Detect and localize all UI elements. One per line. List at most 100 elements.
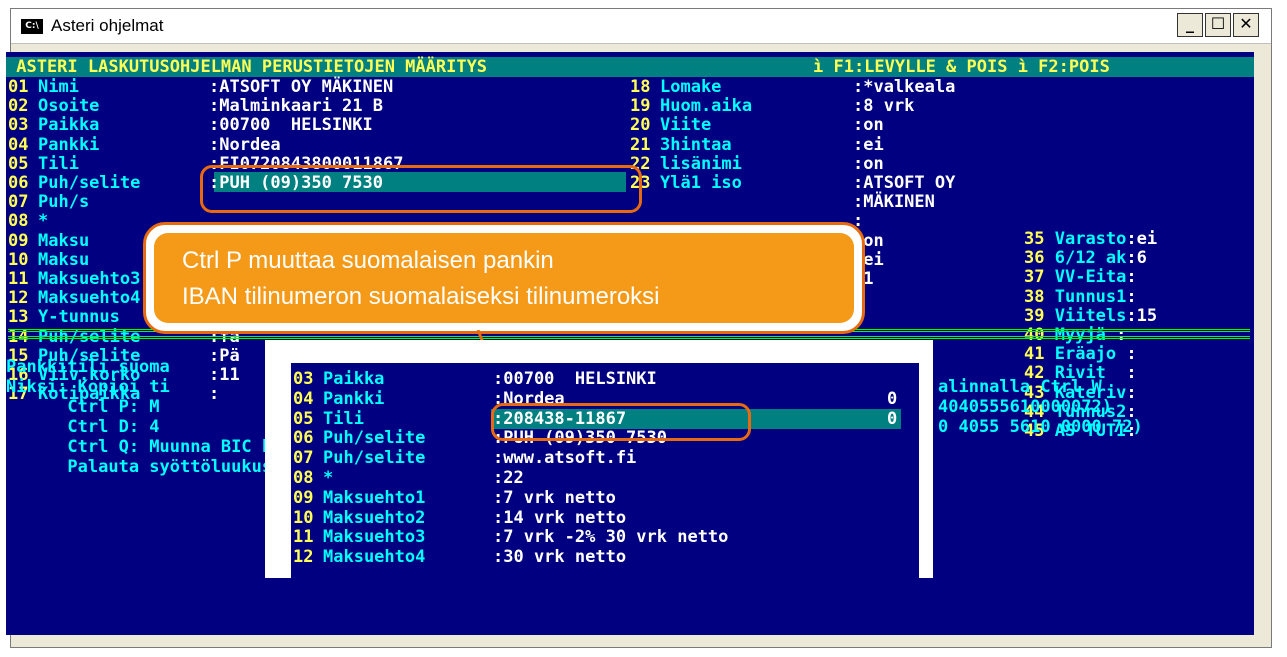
field-label: Maksuehto4 (38, 288, 141, 309)
field-number: 04 (8, 134, 29, 155)
inset-console: 03 Paikka:00700 HELSINKI 04 Pankki:Nordea 05… (291, 363, 919, 578)
field-label: Pankki (323, 388, 385, 409)
field-value[interactable]: :8 vrk (853, 96, 914, 116)
field-label: Puh/selite (38, 173, 141, 193)
field-label: Huom.aika (660, 96, 753, 117)
field-label: 6/12 ak (1054, 248, 1127, 269)
account-iban-highlight-oval (200, 165, 642, 213)
field-row[interactable]: 36 6/12 ak:6 (1024, 248, 1147, 268)
field-row[interactable]: 35 Varasto:ei (1024, 229, 1157, 249)
field-value[interactable]: : (1116, 344, 1136, 364)
field-label: * (323, 468, 334, 488)
field-number: 20 (630, 115, 651, 136)
tooltip-callout: Ctrl P muuttaa suomalaisen pankin IBAN t… (143, 222, 865, 334)
field-value[interactable]: : (1126, 287, 1136, 307)
field-number: 09 (8, 230, 29, 251)
field-number: 10 (8, 249, 29, 270)
field-number: 11 (293, 527, 314, 548)
field-value[interactable]: :15 (1126, 306, 1157, 326)
field-number: 38 (1024, 286, 1045, 307)
window-title: Asteri ohjelmat (51, 16, 164, 35)
field-number: 05 (8, 153, 29, 174)
field-number: 01 (8, 77, 29, 97)
field-value[interactable]: :ei (853, 135, 884, 155)
field-value[interactable]: :11 (209, 365, 240, 385)
help-text: Ctrl D: 4 (6, 417, 160, 437)
field-value[interactable]: : (1126, 267, 1136, 287)
field-label: Maksuehto1 (323, 487, 426, 508)
field-number: 21 (630, 134, 651, 155)
field-value[interactable]: :Pä (209, 346, 240, 366)
field-label: Tili (38, 153, 79, 174)
field-number: 10 (293, 507, 314, 528)
field-label: Viite (660, 115, 712, 136)
field-value[interactable]: :ATSOFT OY MÄKINEN (209, 77, 393, 97)
field-value[interactable]: : (1106, 363, 1136, 383)
field-value[interactable]: :30 vrk netto (493, 547, 626, 567)
field-label: Varasto (1054, 229, 1127, 249)
field-label: Puh/s (38, 192, 90, 213)
console-icon[interactable]: C:\ (21, 19, 43, 34)
field-label: * (38, 211, 49, 232)
field-value[interactable]: :Malminkaari 21 B (209, 96, 383, 116)
field-label: Maksu (38, 230, 90, 251)
header-keys: ì F1:LEVYLLE & POIS ì F2:POIS (813, 57, 1110, 77)
maximize-button[interactable]: ☐ (1205, 13, 1231, 37)
field-label: Eräajo (1054, 344, 1117, 365)
field-value[interactable]: :on (853, 115, 884, 135)
field-value[interactable]: :7 vrk -2% 30 vrk netto (493, 527, 728, 547)
close-button[interactable]: ✕ (1233, 13, 1259, 37)
field-row[interactable]: 41 Eräajo : (1024, 344, 1137, 364)
field-value[interactable]: :22 (493, 468, 524, 488)
help-text: 0 4055 5610 0000 72) (938, 417, 1143, 437)
minimize-button[interactable]: _ (1177, 13, 1203, 37)
field-value[interactable]: :6 (1126, 248, 1146, 268)
header-title: ASTERI LASKUTUSOHJELMAN PERUSTIETOJEN MÄ… (6, 57, 488, 77)
callout-line-1: Ctrl P muuttaa suomalaisen pankin (182, 247, 554, 274)
field-value[interactable]: : (209, 384, 219, 404)
field-number: 04 (293, 388, 314, 409)
field-label: Viitels (1054, 305, 1127, 326)
field-value[interactable]: :www.atsoft.fi (493, 448, 636, 468)
field-label: Maksuehto3 (323, 527, 426, 548)
maximize-icon: ☐ (1210, 14, 1226, 33)
field-number: 08 (8, 211, 29, 232)
field-number: 11 (8, 269, 29, 289)
field-row[interactable]: 38 Tunnus1: (1024, 287, 1137, 307)
field-value[interactable]: :00700 HELSINKI (493, 369, 657, 389)
field-value[interactable]: : (1126, 383, 1136, 403)
field-number: 41 (1024, 344, 1045, 365)
field-value[interactable]: :Nordea (209, 135, 281, 155)
field-value[interactable]: :*valkeala (853, 77, 955, 97)
field-number: 19 (630, 96, 651, 117)
field-label: VV-Eita (1054, 267, 1127, 288)
field-value[interactable]: :ei (1126, 229, 1157, 249)
field-value[interactable]: :on (853, 154, 884, 174)
field-value[interactable]: :7 vrk netto (493, 488, 616, 508)
field-value[interactable]: :ATSOFT OY (853, 173, 955, 193)
inset-side-value: 0 (887, 389, 898, 409)
field-label: Paikka (38, 115, 100, 136)
field-number: 36 (1024, 248, 1045, 269)
field-label: Y-tunnus (38, 307, 120, 328)
field-row[interactable]: 39 Viitels:15 (1024, 306, 1157, 326)
field-number: 07 (8, 192, 29, 213)
field-label: Osoite (38, 96, 100, 117)
field-number: 12 (293, 547, 314, 568)
title-bar[interactable]: C:\ Asteri ohjelmat _ ☐ ✕ (11, 9, 1271, 44)
field-label: Lomake (660, 77, 722, 97)
field-value[interactable]: :14 vrk netto (493, 508, 626, 528)
field-value[interactable]: :00700 HELSINKI (209, 115, 373, 135)
field-label: Maksuehto4 (323, 547, 426, 568)
field-label: Maksu (38, 249, 90, 270)
close-icon: ✕ (1239, 14, 1253, 33)
field-number: 13 (8, 307, 29, 328)
field-number: 18 (630, 77, 651, 97)
help-text: Pankkitili suoma (6, 357, 170, 377)
field-label: Puh/selite (323, 448, 426, 469)
field-number: 03 (293, 369, 314, 389)
field-value[interactable]: :MÄKINEN (853, 192, 935, 212)
help-text: Ctrl P: M (6, 397, 160, 417)
field-row[interactable]: 37 VV-Eita: (1024, 267, 1137, 287)
field-number: 09 (293, 487, 314, 508)
